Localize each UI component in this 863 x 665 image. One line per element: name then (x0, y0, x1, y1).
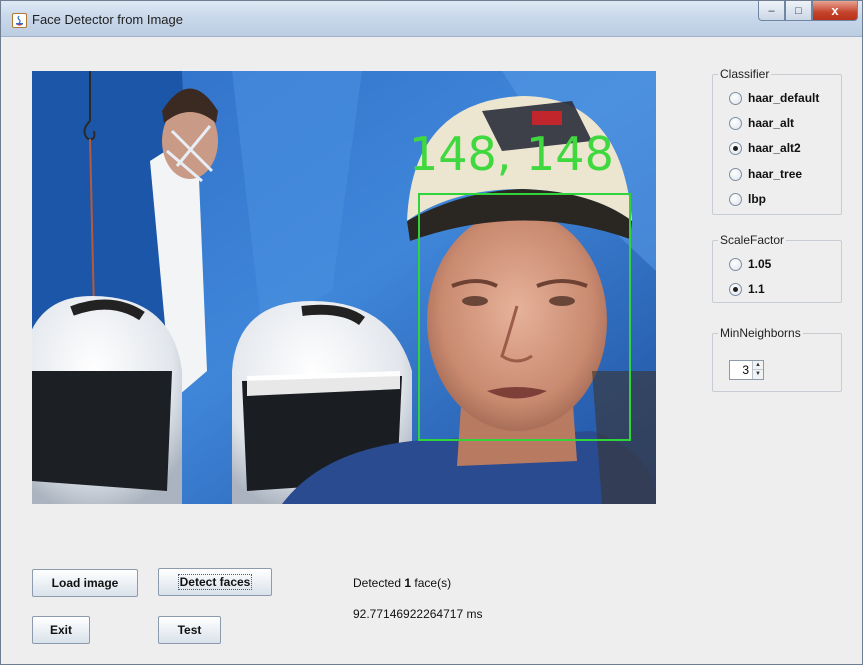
min-neighbors-group: MinNeighborns 3 ▲ ▼ (712, 326, 842, 392)
radio-button-icon (729, 116, 742, 130)
detect-faces-button[interactable]: Detect faces (158, 568, 272, 596)
load-image-label: Load image (51, 576, 119, 590)
radio-lbp[interactable]: lbp (729, 192, 766, 206)
exit-button[interactable]: Exit (32, 616, 90, 644)
app-window: Face Detector from Image – □ x 148, 148 … (0, 0, 863, 665)
window-controls: – □ x (758, 1, 858, 21)
radio-haar-alt[interactable]: haar_alt (729, 116, 794, 130)
radio-scale-1-1[interactable]: 1.1 (729, 282, 765, 296)
radio-button-icon (729, 167, 742, 181)
close-button[interactable]: x (812, 1, 858, 21)
radio-button-icon (729, 257, 742, 271)
radio-label: haar_tree (748, 167, 803, 181)
radio-haar-default[interactable]: haar_default (729, 91, 819, 105)
face-detection-box (418, 193, 631, 441)
radio-label: 1.05 (748, 257, 772, 271)
radio-label: haar_default (748, 91, 820, 105)
detection-size-label: 148, 148 (409, 127, 614, 181)
classifier-title: Classifier (718, 67, 772, 81)
maximize-icon: □ (795, 4, 802, 17)
detection-time-status: 92.77146922264717 ms (353, 607, 483, 621)
detect-faces-label: Detect faces (177, 574, 253, 590)
min-neighbors-title: MinNeighborns (718, 326, 803, 340)
scale-factor-title: ScaleFactor (718, 233, 787, 247)
scale-factor-group: ScaleFactor 1.05 1.1 (712, 233, 842, 303)
java-app-icon (12, 13, 27, 28)
image-panel: 148, 148 (32, 71, 656, 504)
window-title: Face Detector from Image (32, 12, 183, 27)
radio-label: 1.1 (748, 282, 765, 296)
spinner-buttons: ▲ ▼ (752, 361, 763, 379)
detected-prefix: Detected (353, 576, 405, 590)
radio-button-icon (729, 91, 742, 105)
radio-label: haar_alt2 (748, 141, 801, 155)
close-icon: x (831, 3, 839, 18)
minimize-icon: – (768, 4, 775, 17)
spin-up-icon[interactable]: ▲ (753, 361, 763, 370)
title-bar[interactable]: Face Detector from Image – □ x (1, 1, 862, 37)
exit-label: Exit (49, 623, 72, 637)
radio-selected-icon (729, 141, 742, 155)
radio-scale-1-05[interactable]: 1.05 (729, 257, 771, 271)
test-label: Test (177, 623, 202, 637)
radio-haar-alt2[interactable]: haar_alt2 (729, 141, 801, 155)
detected-suffix: face(s) (411, 576, 452, 590)
detected-count-status: Detected 1 face(s) (353, 576, 451, 590)
test-button[interactable]: Test (158, 616, 221, 644)
min-neighbors-spinner[interactable]: 3 ▲ ▼ (729, 360, 764, 380)
load-image-button[interactable]: Load image (32, 569, 138, 597)
spinner-value[interactable]: 3 (730, 361, 752, 379)
radio-button-icon (729, 192, 742, 206)
radio-label: haar_alt (748, 116, 795, 130)
radio-selected-icon (729, 282, 742, 296)
radio-label: lbp (748, 192, 766, 206)
maximize-button[interactable]: □ (785, 1, 812, 21)
minimize-button[interactable]: – (758, 1, 785, 21)
classifier-group: Classifier haar_default haar_alt haar_al… (712, 67, 842, 215)
radio-haar-tree[interactable]: haar_tree (729, 167, 802, 181)
spin-down-icon[interactable]: ▼ (753, 370, 763, 379)
